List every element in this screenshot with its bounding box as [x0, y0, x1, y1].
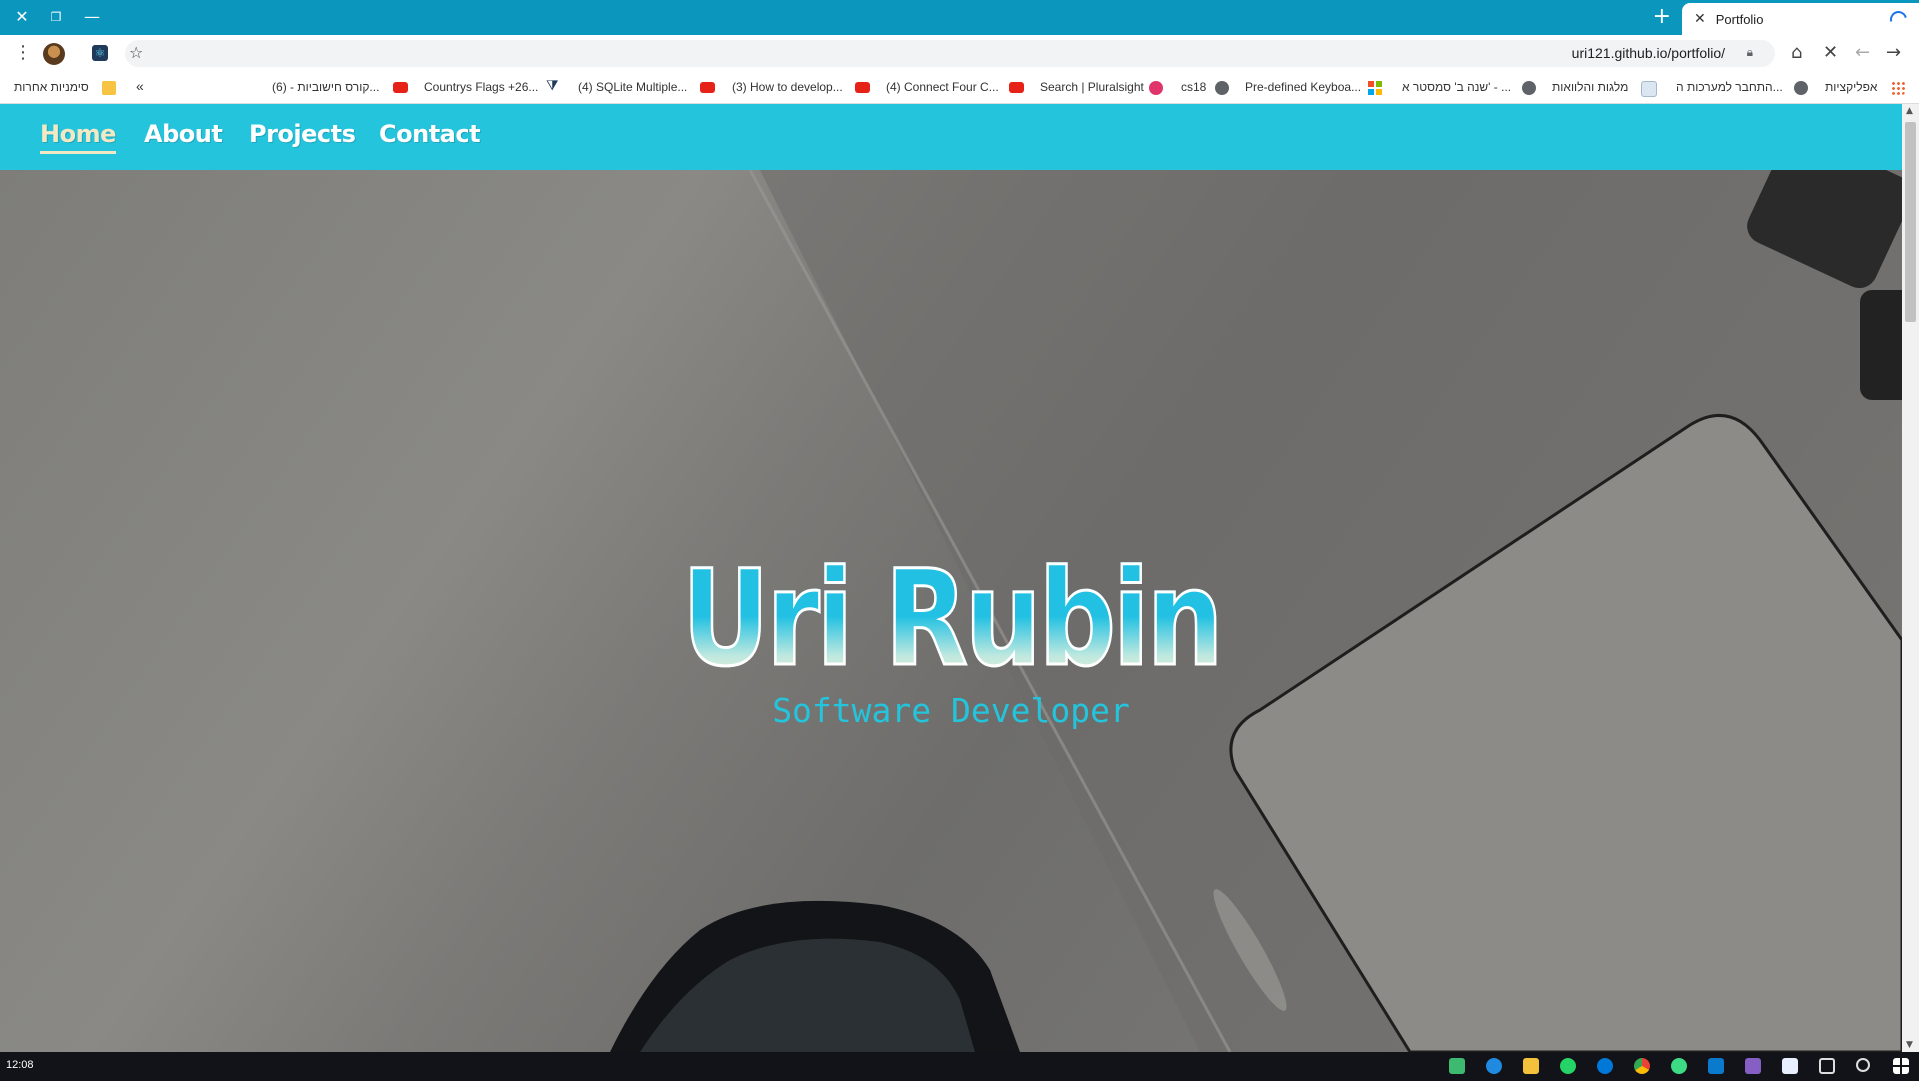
nav-contact[interactable]: Contact: [379, 120, 481, 148]
minimize-icon[interactable]: —: [74, 4, 110, 30]
scrollbar-thumb[interactable]: [1905, 122, 1916, 322]
visual-studio-icon[interactable]: [1745, 1058, 1761, 1074]
bookmarks-bar: סימניות אחרות « קורס חישוביות - (6)... C…: [0, 72, 1919, 104]
hero-title: Uri Rubin: [171, 552, 1731, 687]
hero-section: Uri Rubin Software Developer: [0, 170, 1902, 1052]
windows-start-icon[interactable]: [1893, 1058, 1909, 1074]
home-icon[interactable]: ⌂: [1791, 43, 1802, 63]
loading-spinner-icon: [1886, 7, 1911, 31]
react-extension-icon[interactable]: ⚛: [92, 45, 108, 61]
tab-portfolio[interactable]: ✕ Portfolio: [1682, 3, 1919, 35]
filter-icon: ⧩: [546, 78, 559, 94]
pluralsight-icon: [1149, 81, 1163, 95]
globe-icon: [1522, 81, 1536, 95]
android-studio-icon[interactable]: [1671, 1058, 1687, 1074]
chrome-icon[interactable]: [1634, 1058, 1650, 1074]
page-viewport: Home About Projects Contact Uri Rubin So…: [0, 104, 1902, 1052]
folder-icon: [102, 81, 116, 95]
nav-home[interactable]: Home: [40, 120, 116, 154]
omnibox[interactable]: ☆ uri121.github.io/portfolio/ 🔒︎: [125, 40, 1775, 67]
youtube-icon: [393, 82, 408, 93]
bookmark-item[interactable]: Search | Pluralsight: [1040, 80, 1144, 94]
url-text[interactable]: uri121.github.io/portfolio/: [1572, 45, 1725, 61]
restore-icon[interactable]: ❐: [38, 4, 74, 30]
page-scrollbar[interactable]: ▲ ▼: [1902, 104, 1919, 1052]
bookmark-item[interactable]: Pre-defined Keyboa...: [1245, 80, 1361, 94]
lock-icon[interactable]: 🔒︎: [1747, 45, 1753, 60]
bookmark-item[interactable]: cs18: [1181, 80, 1206, 94]
store-icon[interactable]: [1782, 1058, 1798, 1074]
youtube-icon: [1009, 82, 1024, 93]
site-navbar: Home About Projects Contact: [0, 104, 1902, 170]
bookmark-item[interactable]: התחבר למערכות ה...: [1676, 80, 1783, 94]
globe-icon: [1215, 81, 1229, 95]
whatsapp-icon[interactable]: [1560, 1058, 1576, 1074]
bookmark-item[interactable]: (4) Connect Four C...: [886, 80, 999, 94]
skype-icon[interactable]: [1597, 1058, 1613, 1074]
forward-icon[interactable]: →: [1886, 43, 1901, 63]
task-view-icon[interactable]: [1819, 1058, 1835, 1074]
taskbar: 12:08: [0, 1052, 1919, 1081]
bookmark-item[interactable]: שנה ב' סמסטר א' - ...: [1402, 80, 1511, 94]
close-icon[interactable]: ✕: [4, 4, 40, 30]
globe-icon: [1794, 81, 1808, 95]
nav-about[interactable]: About: [144, 120, 223, 148]
new-tab-icon[interactable]: +: [1653, 4, 1671, 30]
youtube-icon: [700, 82, 715, 93]
bookmark-other[interactable]: סימניות אחרות: [14, 80, 89, 94]
back-icon[interactable]: ←: [1855, 43, 1870, 63]
firefox-icon[interactable]: [1486, 1058, 1502, 1074]
scroll-up-icon[interactable]: ▲: [1906, 106, 1913, 116]
bookmark-item[interactable]: (3) How to develop...: [732, 80, 843, 94]
document-icon: [1641, 81, 1657, 97]
nav-projects[interactable]: Projects: [249, 120, 356, 148]
taskbar-clock[interactable]: 12:08: [6, 1059, 34, 1071]
tab-strip: ✕ ❐ — + ✕ Portfolio: [0, 0, 1919, 35]
search-icon[interactable]: [1856, 1058, 1870, 1072]
git-icon[interactable]: [1449, 1058, 1465, 1074]
star-icon[interactable]: ☆: [129, 43, 143, 63]
bookmark-item[interactable]: Countrys Flags +26...: [424, 80, 538, 94]
bookmark-overflow[interactable]: «: [136, 78, 144, 94]
stop-icon[interactable]: ✕: [1823, 43, 1838, 63]
bookmark-item[interactable]: (4) SQLite Multiple...: [578, 80, 687, 94]
microsoft-icon: [1368, 81, 1382, 95]
apps-icon: [1891, 81, 1905, 95]
hero-subtitle: Software Developer: [772, 691, 1130, 730]
avatar[interactable]: [43, 43, 65, 65]
menu-icon[interactable]: ⋮: [14, 43, 32, 63]
address-bar: ⋮ ⚛ ☆ uri121.github.io/portfolio/ 🔒︎ ⌂ ✕…: [0, 35, 1919, 72]
youtube-icon: [855, 82, 870, 93]
file-explorer-icon[interactable]: [1523, 1058, 1539, 1074]
tab-close-icon[interactable]: ✕: [1694, 11, 1706, 27]
bookmark-item[interactable]: קורס חישוביות - (6)...: [272, 80, 379, 94]
bookmark-item[interactable]: מלגות והלוואות: [1552, 80, 1628, 94]
bookmark-apps[interactable]: אפליקציות: [1825, 80, 1877, 94]
tab-title: Portfolio: [1715, 11, 1764, 27]
vscode-icon[interactable]: [1708, 1058, 1724, 1074]
scroll-down-icon[interactable]: ▼: [1906, 1040, 1913, 1050]
